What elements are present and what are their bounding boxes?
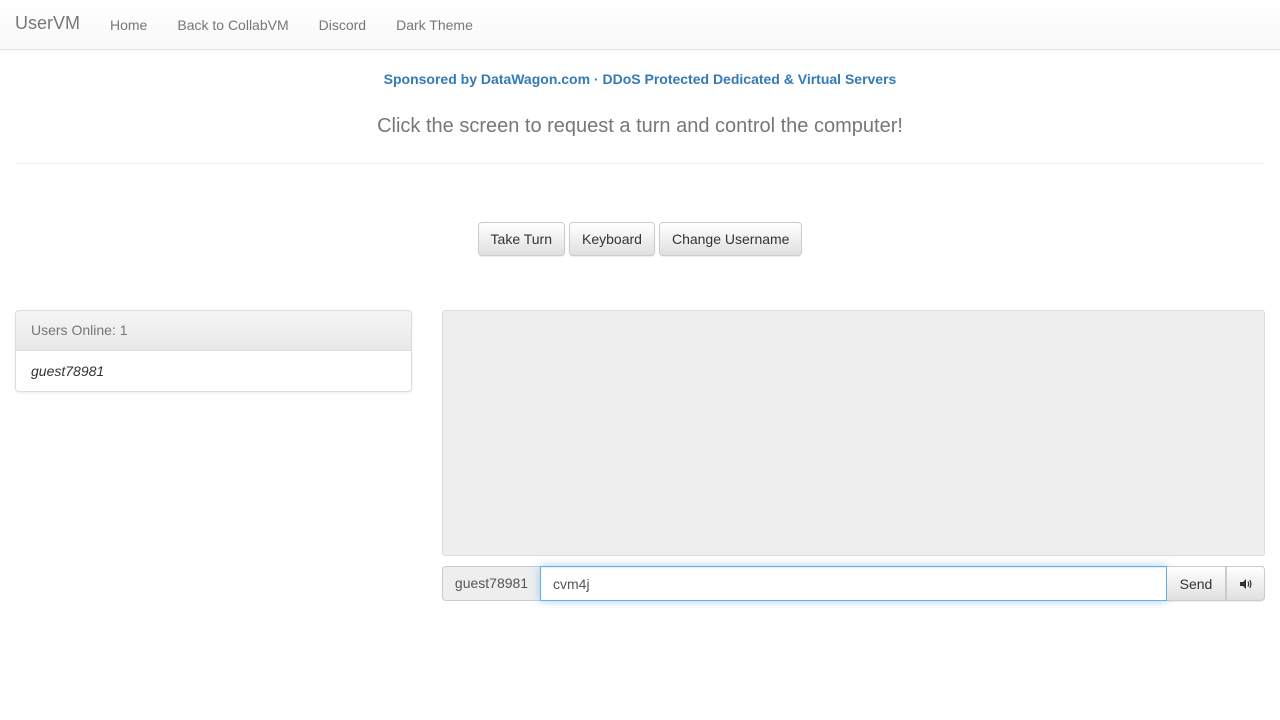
nav-link-discord[interactable]: Discord [304, 0, 381, 50]
navbar: UserVM Home Back to CollabVM Discord Dar… [0, 0, 1280, 50]
nav-link-dark-theme[interactable]: Dark Theme [381, 0, 488, 50]
chat-input-group: guest78981 Send [442, 566, 1265, 601]
keyboard-button[interactable]: Keyboard [569, 222, 655, 256]
navbar-brand[interactable]: UserVM [15, 13, 80, 34]
sponsor-link[interactable]: Sponsored by DataWagon.com · DDoS Protec… [0, 71, 1280, 87]
users-online-heading: Users Online: 1 [16, 311, 411, 351]
users-online-panel: Users Online: 1 guest78981 [15, 310, 412, 392]
take-turn-button[interactable]: Take Turn [477, 222, 566, 256]
nav-links: Home Back to CollabVM Discord Dark Theme [95, 0, 488, 50]
sound-toggle-button[interactable] [1226, 566, 1265, 601]
divider [15, 163, 1265, 164]
instruction-text: Click the screen to request a turn and c… [377, 115, 903, 137]
user-list-item[interactable]: guest78981 [16, 351, 411, 391]
control-button-group: Take Turn Keyboard Change Username [0, 222, 1280, 256]
nav-link-back-to-collabvm[interactable]: Back to CollabVM [162, 0, 303, 50]
chat-username-label: guest78981 [442, 566, 540, 601]
change-username-button[interactable]: Change Username [658, 222, 803, 256]
chat-messages-panel[interactable] [442, 310, 1265, 556]
send-button[interactable]: Send [1167, 566, 1226, 601]
nav-link-home[interactable]: Home [95, 0, 162, 50]
volume-icon [1239, 576, 1252, 592]
chat-message-input[interactable] [540, 566, 1167, 601]
